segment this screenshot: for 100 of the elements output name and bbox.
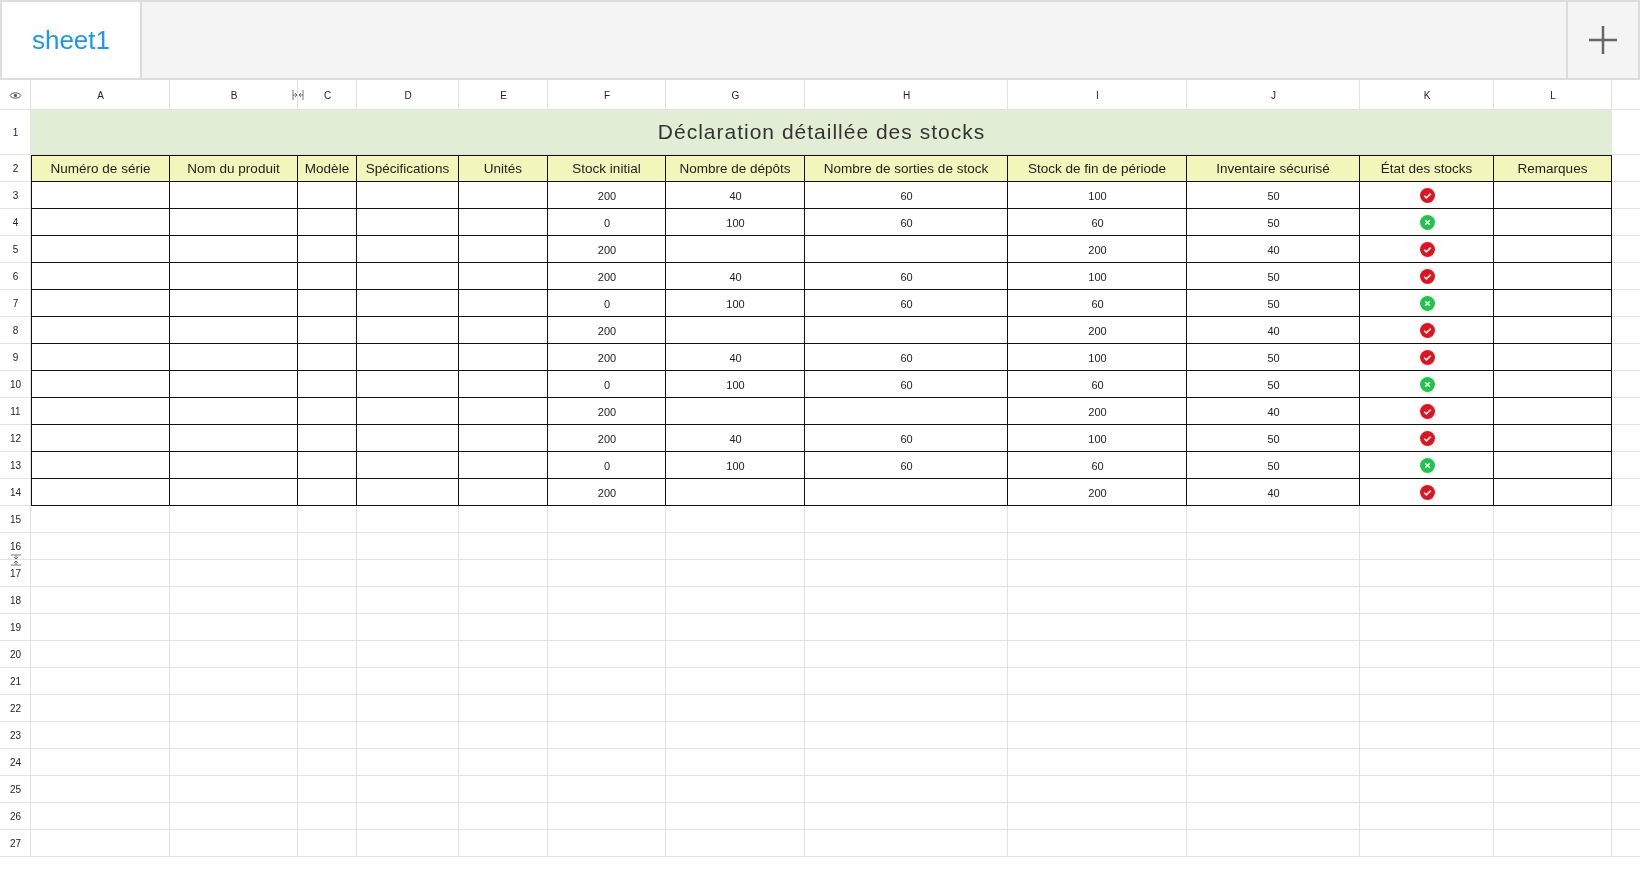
table-cell-text: 50	[1266, 296, 1281, 312]
table-cell-text: 40	[728, 431, 743, 447]
table-cell-text: 50	[1266, 377, 1281, 393]
row-number[interactable]: 5	[0, 236, 31, 263]
column-heading: Remarques	[1494, 155, 1612, 182]
row-number[interactable]: 17	[0, 560, 31, 587]
column-heading: Stock initial	[548, 155, 666, 182]
table-cell-text: 60	[1090, 296, 1105, 312]
column-header[interactable]: C	[298, 80, 357, 110]
table-cell-text: 40	[728, 188, 743, 204]
column-heading: Nombre de sorties de stock	[805, 155, 1008, 182]
sheet-title: Déclaration détaillée des stocks	[31, 110, 1612, 155]
column-heading: Nombre de dépôts	[666, 155, 805, 182]
column-header[interactable]: K	[1360, 80, 1494, 110]
row-number[interactable]: 1	[0, 110, 31, 155]
column-header[interactable]: F	[548, 80, 666, 110]
check-icon	[1419, 242, 1435, 257]
table-cell-text: 40	[1266, 323, 1281, 339]
row-number[interactable]: 24	[0, 749, 31, 776]
row-number[interactable]: 14	[0, 479, 31, 506]
row-resize-icon[interactable]	[10, 554, 22, 566]
table-cell-text: 50	[1266, 188, 1281, 204]
row-number[interactable]: 8	[0, 317, 31, 344]
table-cell-text: 200	[596, 431, 618, 447]
row-number[interactable]: 7	[0, 290, 31, 317]
table-cell-text: 50	[1266, 350, 1281, 366]
table-cell-text: 100	[1087, 350, 1108, 366]
table-cell-text: 200	[596, 485, 618, 501]
eye-icon[interactable]	[9, 90, 22, 100]
row-number[interactable]: 2	[0, 155, 31, 182]
table-cell-text: 60	[1090, 377, 1105, 393]
column-heading: État des stocks	[1360, 155, 1494, 182]
table-cell-text: 0	[602, 458, 612, 474]
table-cell-text: 40	[728, 269, 743, 285]
column-heading: Numéro de série	[31, 155, 170, 182]
row-number[interactable]: 6	[0, 263, 31, 290]
table-cell-text: 200	[596, 269, 618, 285]
table-cell-text: 50	[1266, 215, 1281, 231]
row-number[interactable]: 12	[0, 425, 31, 452]
row-number[interactable]: 19	[0, 614, 31, 641]
row-number[interactable]: 13	[0, 452, 31, 479]
row-number[interactable]: 26	[0, 803, 31, 830]
check-icon	[1419, 431, 1435, 446]
column-header[interactable]: A	[31, 80, 170, 110]
table-cell-text: 60	[899, 269, 914, 285]
plus-icon	[1587, 24, 1619, 56]
table-cell-text: 60	[899, 296, 914, 312]
table-cell-text: 60	[899, 215, 914, 231]
row-number[interactable]: 20	[0, 641, 31, 668]
table-cell-text: 60	[899, 458, 914, 474]
table-cell-text: 40	[1266, 404, 1281, 420]
column-header[interactable]: L	[1494, 80, 1612, 110]
column-heading: Nom du produit	[170, 155, 298, 182]
table-cell-text: 60	[1090, 215, 1105, 231]
table-cell-text: 50	[1266, 431, 1281, 447]
table-cell-text: 60	[899, 431, 914, 447]
row-number[interactable]: 10	[0, 371, 31, 398]
table-cell-text: 0	[602, 296, 612, 312]
column-header[interactable]: B	[170, 80, 298, 110]
table-cell-text: 40	[1266, 485, 1281, 501]
column-header[interactable]: G	[666, 80, 805, 110]
table-cell-text: 40	[728, 350, 743, 366]
table-cell-text: 200	[596, 350, 618, 366]
row-number[interactable]: 15	[0, 506, 31, 533]
table-cell-text: 100	[725, 458, 746, 474]
column-header[interactable]: E	[459, 80, 548, 110]
column-resize-icon[interactable]	[292, 89, 304, 101]
row-number[interactable]: 18	[0, 587, 31, 614]
check-icon	[1419, 188, 1435, 203]
check-icon	[1419, 269, 1435, 284]
check-icon	[1419, 350, 1435, 365]
table-cell-text: 200	[596, 242, 618, 258]
table-cell-text: 200	[1087, 404, 1108, 420]
table-cell-text: 200	[596, 188, 618, 204]
row-number[interactable]: 16	[0, 533, 31, 560]
row-number[interactable]: 27	[0, 830, 31, 857]
row-number[interactable]: 3	[0, 182, 31, 209]
column-header[interactable]: J	[1187, 80, 1360, 110]
row-number[interactable]: 22	[0, 695, 31, 722]
table-cell-text: 40	[1266, 242, 1281, 258]
table-cell-text: 100	[1087, 269, 1108, 285]
table-cell-text: 200	[1087, 485, 1108, 501]
row-number[interactable]: 11	[0, 398, 31, 425]
row-number[interactable]: 25	[0, 776, 31, 803]
column-header[interactable]: H	[805, 80, 1008, 110]
table-cell-text: 100	[1087, 431, 1108, 447]
row-number[interactable]: 9	[0, 344, 31, 371]
table-cell-text: 200	[596, 323, 618, 339]
table-cell-text: 100	[725, 215, 746, 231]
column-heading: Modèle	[298, 155, 357, 182]
table-cell-text: 60	[899, 350, 914, 366]
column-heading: Spécifications	[357, 155, 459, 182]
check-icon	[1419, 485, 1435, 500]
table-cell-text: 100	[725, 296, 746, 312]
column-header[interactable]: D	[357, 80, 459, 110]
row-number[interactable]: 4	[0, 209, 31, 236]
row-number[interactable]: 23	[0, 722, 31, 749]
check-icon	[1419, 404, 1435, 419]
row-number[interactable]: 21	[0, 668, 31, 695]
column-header[interactable]: I	[1008, 80, 1187, 110]
